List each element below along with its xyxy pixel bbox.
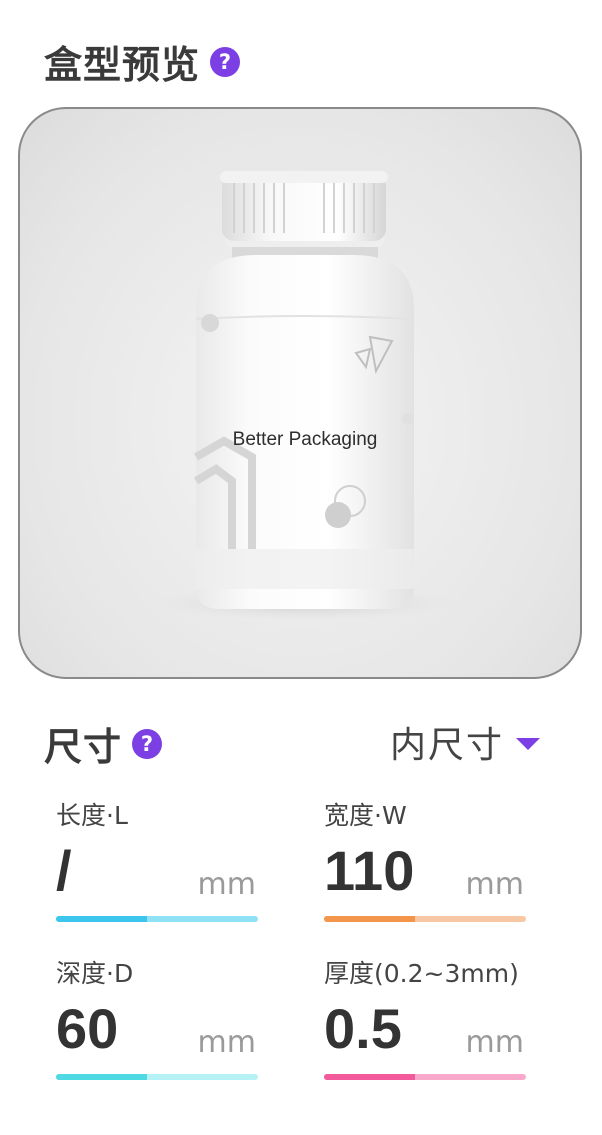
width-underline	[324, 916, 526, 922]
length-underline	[56, 916, 258, 922]
thickness-underline	[324, 1074, 526, 1080]
length-input[interactable]: /	[56, 838, 196, 903]
depth-label: 深度·D	[56, 959, 134, 988]
width-unit: mm	[465, 867, 524, 902]
length-label: 长度·L	[56, 801, 128, 830]
preview-header: 盒型预览 ?	[44, 34, 241, 89]
width-label: 宽度·W	[324, 801, 407, 830]
size-header: 尺寸 ?	[44, 716, 163, 771]
size-title: 尺寸	[44, 725, 123, 769]
thickness-label: 厚度(0.2~3mm)	[324, 959, 519, 988]
size-help-icon[interactable]: ?	[132, 728, 163, 759]
caret-down-icon	[516, 738, 540, 750]
depth-field[interactable]: 深度·D 60 mm	[56, 954, 258, 1080]
bottle-illustration: Better Packaging	[155, 171, 455, 621]
thickness-field[interactable]: 厚度(0.2~3mm) 0.5 mm	[324, 954, 526, 1080]
thickness-input[interactable]: 0.5	[324, 996, 464, 1061]
thickness-unit: mm	[465, 1025, 524, 1060]
length-field[interactable]: 长度·L / mm	[56, 796, 258, 922]
size-mode-value: 内尺寸	[389, 725, 504, 766]
preview-help-icon[interactable]: ?	[210, 46, 241, 77]
bottle-label-text: Better Packaging	[233, 429, 378, 450]
depth-underline	[56, 1074, 258, 1080]
size-mode-dropdown[interactable]: 内尺寸	[390, 716, 540, 768]
box-preview-card: Better Packaging	[18, 107, 582, 679]
preview-title: 盒型预览	[44, 43, 201, 87]
length-unit: mm	[197, 867, 256, 902]
width-field[interactable]: 宽度·W 110 mm	[324, 796, 526, 922]
depth-unit: mm	[197, 1025, 256, 1060]
width-input[interactable]: 110	[324, 838, 464, 903]
depth-input[interactable]: 60	[56, 996, 196, 1061]
